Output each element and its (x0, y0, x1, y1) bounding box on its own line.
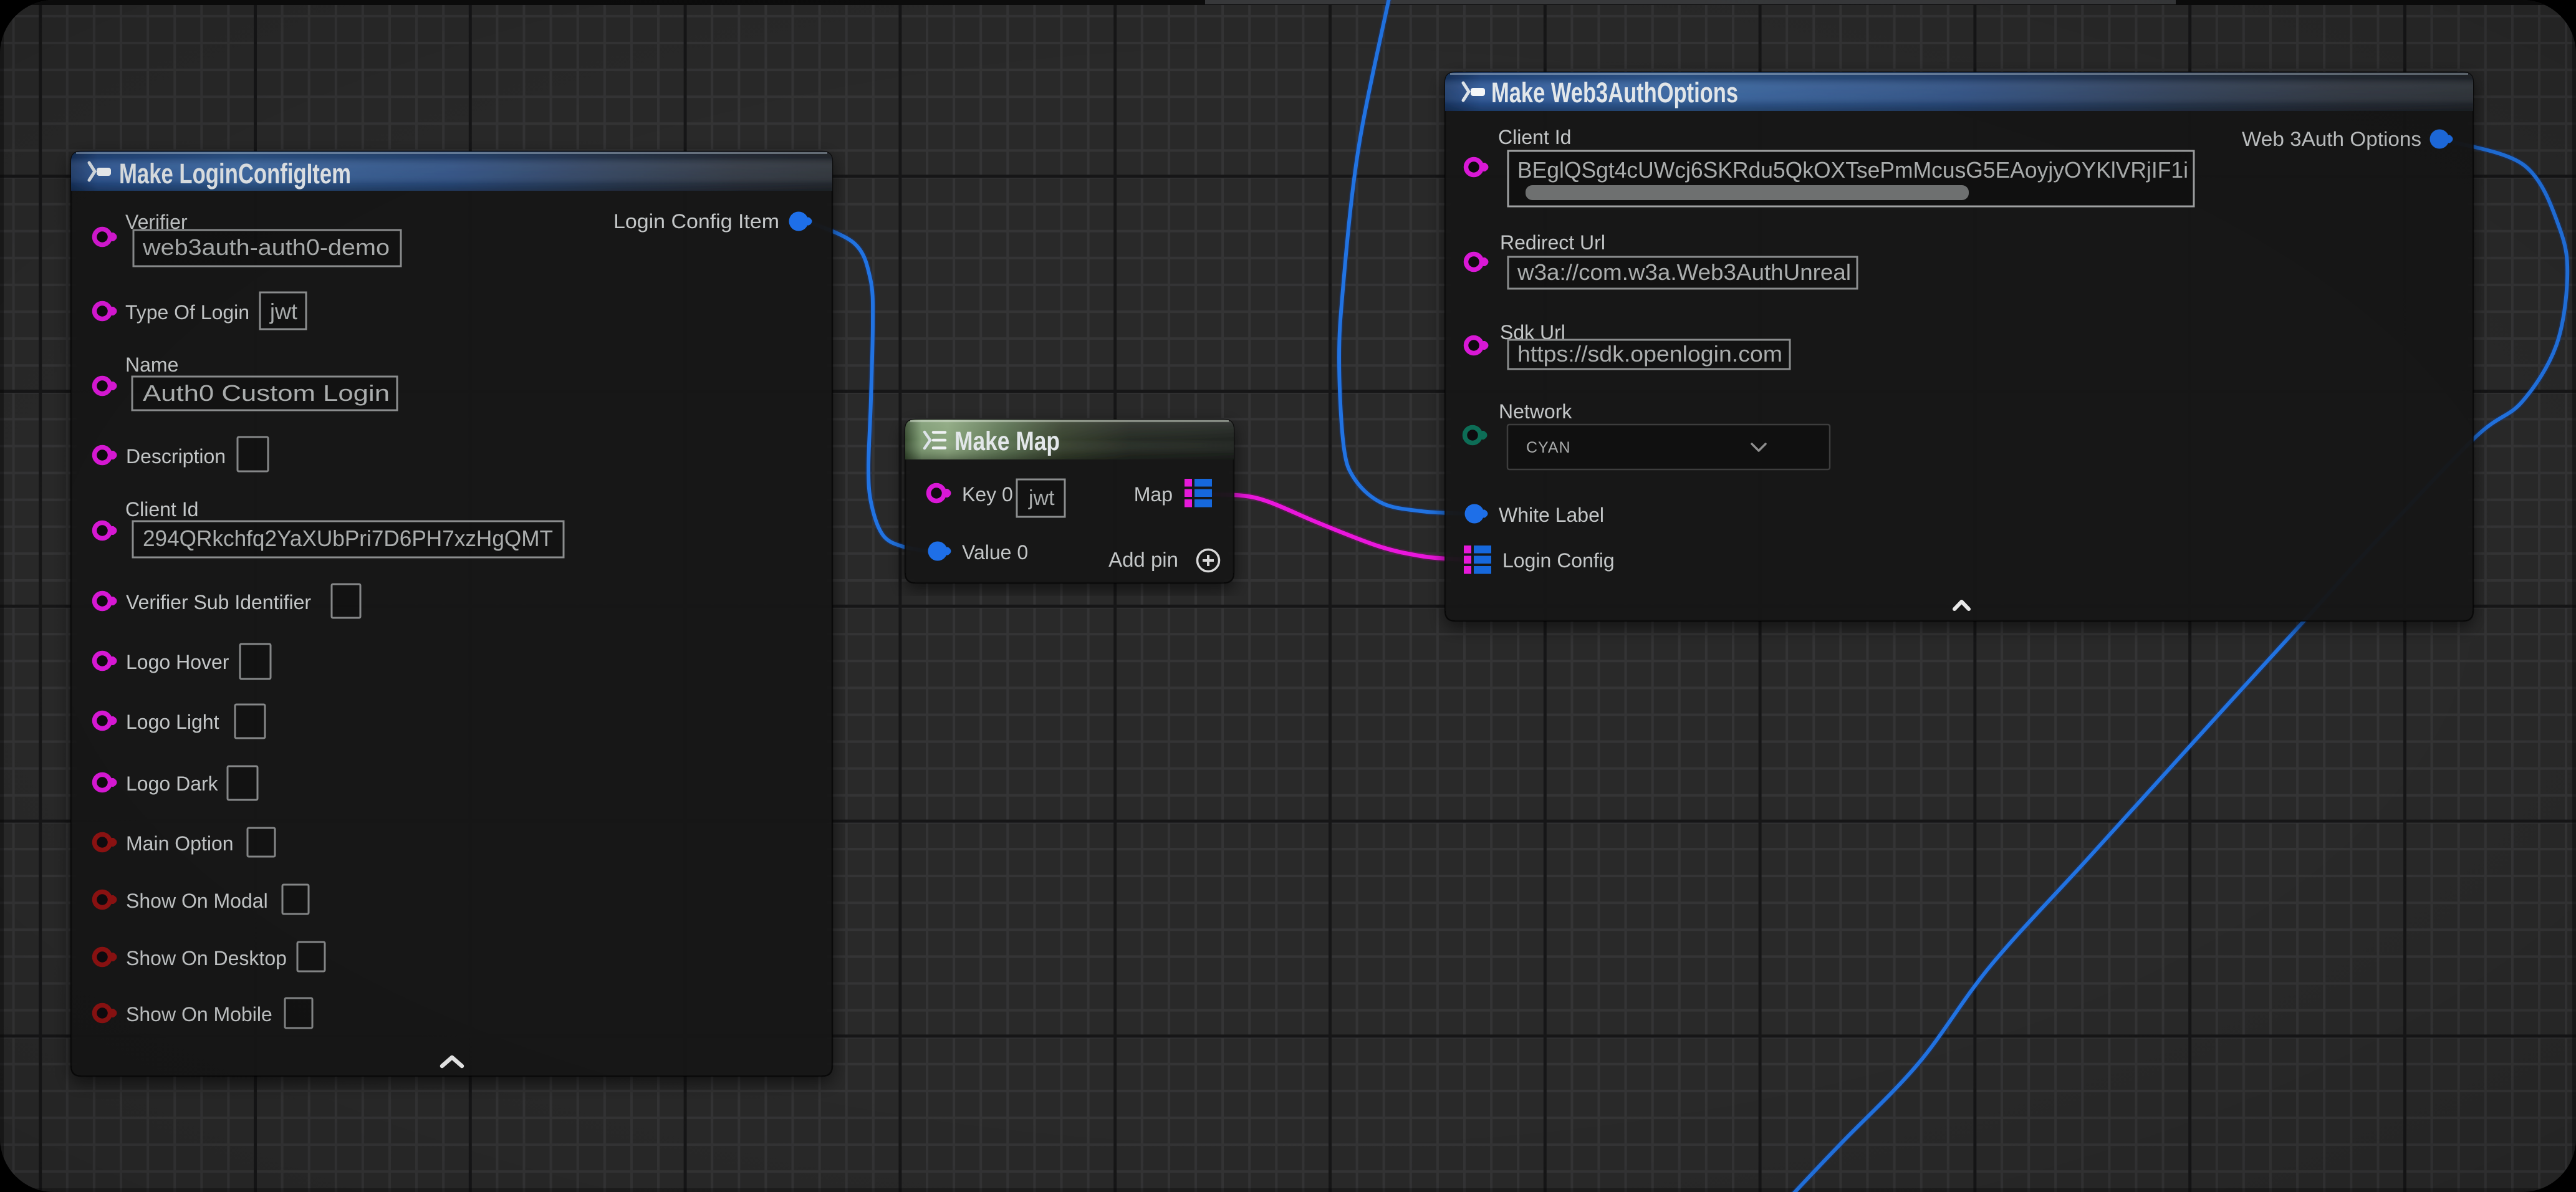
svg-text:294QRkchfq2YaXUbPri7D6PH7xzHgQ: 294QRkchfq2YaXUbPri7D6PH7xzHgQMT (143, 526, 553, 551)
svg-text:Name: Name (125, 353, 178, 376)
svg-text:Logo Light: Logo Light (126, 711, 219, 733)
svg-text:Auth0 Custom Login: Auth0 Custom Login (143, 380, 390, 406)
svg-text:Client Id: Client Id (1498, 126, 1571, 148)
svg-text:Make LoginConfigItem: Make LoginConfigItem (119, 158, 351, 190)
svg-text:jwt: jwt (1028, 486, 1055, 510)
svg-text:web3auth-auth0-demo: web3auth-auth0-demo (142, 234, 390, 260)
svg-text:Make Map: Make Map (954, 426, 1060, 456)
svg-text:Redirect Url: Redirect Url (1500, 231, 1605, 254)
svg-text:Make Web3AuthOptions: Make Web3AuthOptions (1491, 77, 1738, 108)
svg-text:https://sdk.openlogin.com: https://sdk.openlogin.com (1517, 341, 1782, 367)
svg-text:Value 0: Value 0 (962, 541, 1028, 564)
svg-text:Show On Desktop: Show On Desktop (126, 947, 287, 969)
svg-text:Add pin: Add pin (1108, 548, 1178, 571)
svg-text:Verifier Sub Identifier: Verifier Sub Identifier (126, 591, 311, 613)
svg-text:Key 0: Key 0 (962, 483, 1013, 506)
svg-text:Web 3Auth Options: Web 3Auth Options (2242, 128, 2421, 150)
svg-text:CYAN: CYAN (1526, 439, 1571, 456)
svg-text:Type Of Login: Type Of Login (125, 301, 249, 324)
svg-text:w3a://com.w3a.Web3AuthUnreal: w3a://com.w3a.Web3AuthUnreal (1517, 259, 1851, 285)
svg-text:Main Option: Main Option (126, 832, 234, 855)
svg-text:White Label: White Label (1499, 504, 1604, 526)
svg-text:Description: Description (126, 445, 226, 468)
svg-text:Network: Network (1499, 400, 1572, 423)
svg-text:Login Config Item: Login Config Item (613, 210, 779, 233)
svg-text:Client Id: Client Id (125, 498, 198, 521)
svg-text:Show On Mobile: Show On Mobile (126, 1003, 272, 1026)
svg-text:Show On Modal: Show On Modal (126, 890, 268, 912)
svg-text:jwt: jwt (269, 299, 297, 324)
svg-text:BEglQSgt4cUWcj6SKRdu5QkOXTsePm: BEglQSgt4cUWcj6SKRdu5QkOXTsePmMcusG5EAoy… (1517, 157, 2188, 183)
svg-text:Login Config: Login Config (1502, 549, 1615, 572)
svg-text:Logo Dark: Logo Dark (126, 772, 219, 795)
svg-text:Map: Map (1134, 483, 1173, 506)
svg-text:Logo Hover: Logo Hover (126, 651, 229, 673)
